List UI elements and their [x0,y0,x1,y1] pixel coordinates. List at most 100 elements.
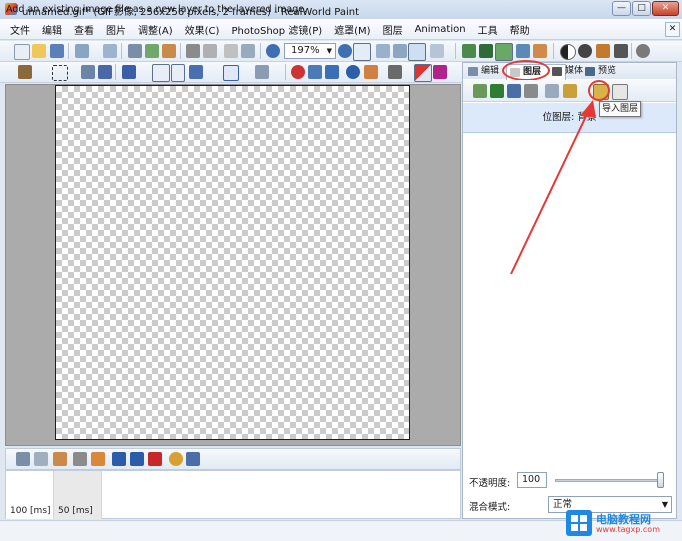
image-1-icon[interactable] [462,44,476,58]
grid-icon[interactable] [473,84,487,98]
lightning-icon[interactable] [98,65,112,79]
document-close-button[interactable]: ✕ [665,22,680,37]
image-3-icon[interactable] [495,43,513,61]
menu-mask[interactable]: 遮罩(M) [328,22,376,37]
maximize-button[interactable]: □ [632,1,651,16]
delete-frame-icon[interactable] [148,452,162,466]
color-icon[interactable] [596,44,610,58]
new-file-icon[interactable] [14,44,30,60]
menu-edit[interactable]: 编辑 [36,22,68,37]
brush-tool-icon[interactable] [152,64,170,82]
opacity-input[interactable]: 100 [517,472,547,488]
menu-layers[interactable]: 图层 [377,22,409,37]
cut-icon[interactable] [128,44,142,58]
add-frame-icon[interactable] [16,452,30,466]
tab-label: 预览 [598,66,617,76]
toolbar-separator [121,43,122,59]
zoom-level-field[interactable]: 197% ▼ [284,43,336,59]
menu-effects[interactable]: 效果(C) [179,22,226,37]
layout-icon[interactable] [430,44,444,58]
menu-bar: 文件 编辑 查看 图片 调整(A) 效果(C) PhotoShop 滤镜(P) … [0,19,682,40]
zoom-out-icon[interactable] [266,44,280,58]
frames-list: 100 [ms] 50 [ms] [5,470,461,519]
menu-photoshop-filters[interactable]: PhotoShop 滤镜(P) [225,22,328,37]
undo-icon[interactable] [75,44,89,58]
copy-icon[interactable] [145,44,159,58]
text-tool-icon[interactable] [122,65,136,79]
duplicate-frame-icon[interactable] [73,452,87,466]
toolbar-separator [455,43,456,59]
view-mode-3-icon[interactable] [408,43,426,61]
crop-icon[interactable] [186,44,200,58]
menu-help[interactable]: 帮助 [504,22,536,37]
image-canvas[interactable] [55,85,410,440]
paste-icon[interactable] [162,44,176,58]
view-mode-1-icon[interactable] [376,44,390,58]
pencil-icon[interactable] [364,65,378,79]
menu-file[interactable]: 文件 [4,22,36,37]
toolbar-separator [68,43,69,59]
toolbar-separator [553,43,554,59]
frame-thumbnail[interactable]: 100 [ms] [6,471,54,519]
frame-sort-icon[interactable] [186,452,200,466]
fill-tool-icon[interactable] [255,65,269,79]
frame-thumbnail[interactable]: 50 [ms] [54,471,102,519]
menu-tools[interactable]: 工具 [472,22,504,37]
brush-icon[interactable] [614,44,628,58]
image-2-icon[interactable] [479,44,493,58]
move-frame-left-icon[interactable] [112,452,126,466]
open-folder-icon[interactable] [32,44,46,58]
magic-wand-icon[interactable] [18,65,32,79]
redo-icon[interactable] [103,44,117,58]
rotate-icon[interactable] [224,44,238,58]
menu-adjust[interactable]: 调整(A) [132,22,179,37]
blend-mode-value: 正常 [553,499,573,510]
select-rectangle-icon[interactable] [52,65,68,81]
paste-frame-icon[interactable] [53,452,67,466]
flip-icon[interactable] [241,44,255,58]
moon-icon[interactable] [578,44,592,58]
blur-icon[interactable] [346,65,360,79]
annotation-circle [502,60,550,81]
move-frame-right-icon[interactable] [130,452,144,466]
line-tool-icon[interactable] [189,65,203,79]
red-eye-icon[interactable] [291,65,305,79]
frame-duration-label: 100 [ms] [10,506,51,516]
primary-color-icon[interactable] [414,64,432,82]
fit-to-window-icon[interactable] [353,43,371,61]
export-layer-icon[interactable] [612,84,628,100]
opacity-slider-thumb[interactable] [657,472,664,488]
opacity-label: 不透明度: [469,478,511,489]
zoom-in-icon[interactable] [338,44,352,58]
view-mode-2-icon[interactable] [393,44,407,58]
brush-dropdown-icon[interactable] [171,64,185,82]
minimize-button[interactable]: — [612,1,631,16]
copy-frame-icon[interactable] [34,452,48,466]
tab-label: 编辑 [481,66,500,76]
menu-view[interactable]: 查看 [68,22,100,37]
toolbar-separator [180,43,181,59]
tab-preview[interactable]: 预览 [582,64,638,79]
secondary-color-icon[interactable] [433,65,447,79]
selection-tool-icon[interactable] [81,65,95,79]
clone-tool-icon[interactable] [308,65,322,79]
contrast-icon[interactable] [560,44,576,60]
shape-tool-icon[interactable] [223,65,239,81]
tools-toolbar [0,62,462,83]
menu-animation[interactable]: Animation [409,24,472,35]
resize-icon[interactable] [203,44,217,58]
image-4-icon[interactable] [516,44,530,58]
watermark-url: www.tagxp.com [596,525,660,534]
menu-image[interactable]: 图片 [100,22,132,37]
frame-settings-icon[interactable] [169,452,183,466]
toolbar-separator [285,64,286,80]
frame-properties-icon[interactable] [91,452,105,466]
drop-icon[interactable] [325,65,339,79]
eyedropper-icon[interactable] [388,65,402,79]
edit-icon [468,67,478,76]
opacity-slider[interactable] [555,479,663,482]
close-button[interactable]: ✕ [652,1,679,16]
save-icon[interactable] [50,44,64,58]
user-icon[interactable] [636,44,650,58]
image-5-icon[interactable] [533,44,547,58]
